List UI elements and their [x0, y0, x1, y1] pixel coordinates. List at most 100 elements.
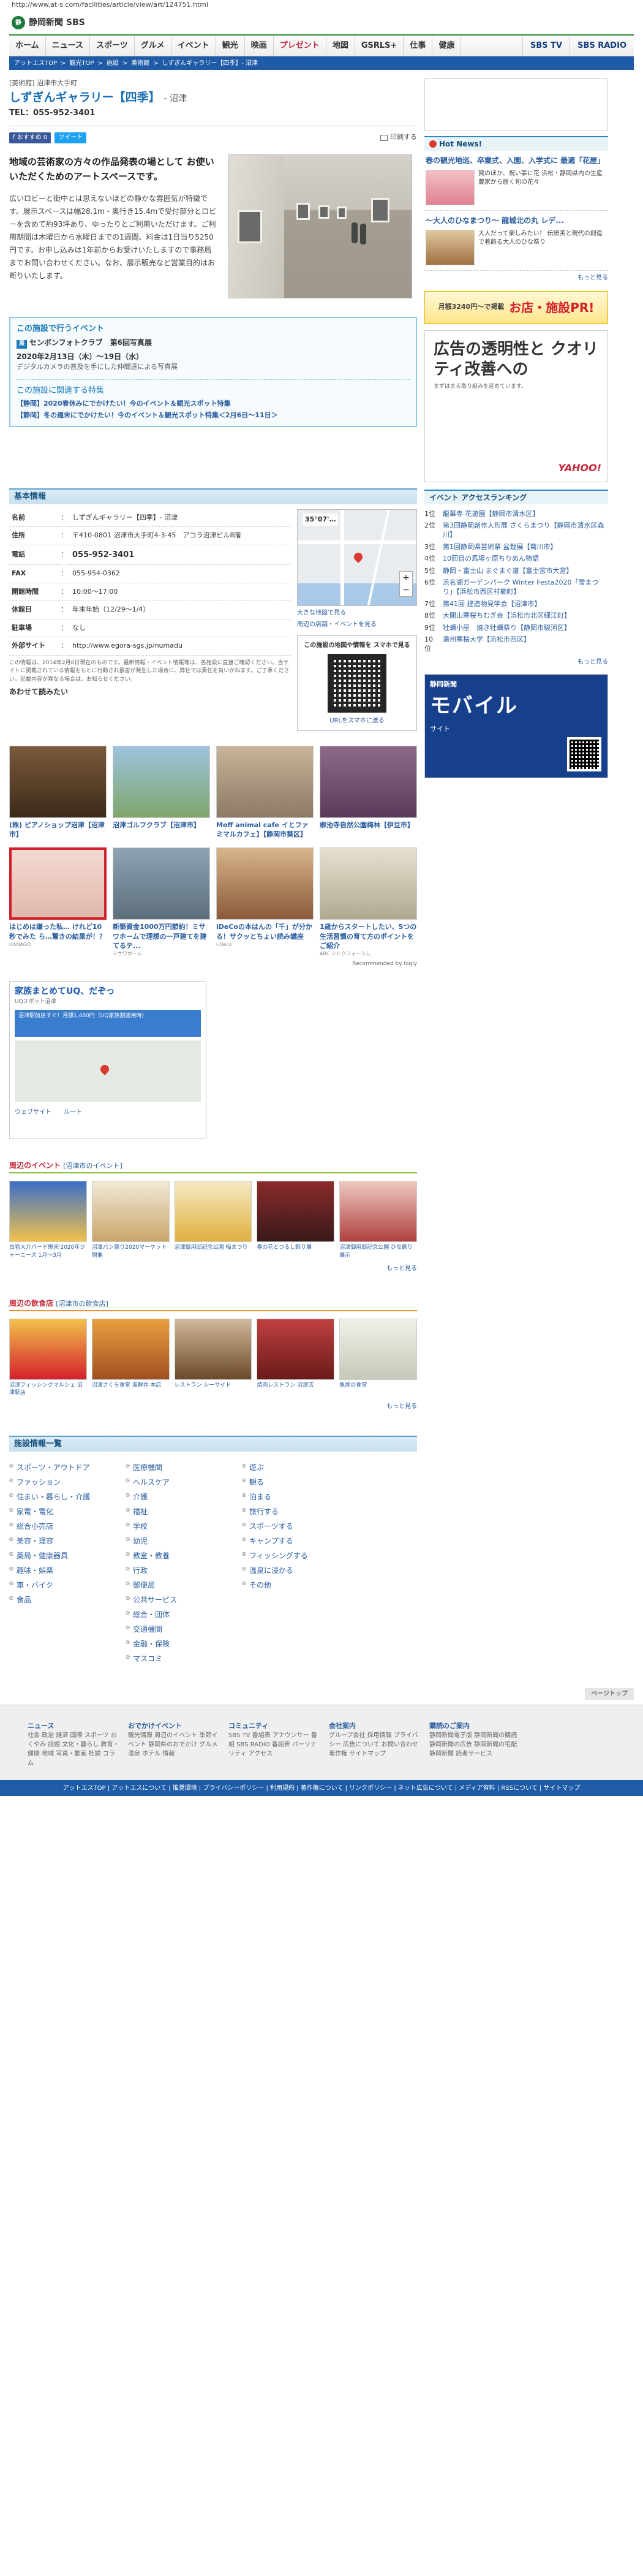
map-link-nearby[interactable]: 周辺の店舗・イベントを見る [297, 620, 417, 629]
recommended-by[interactable]: Recommended by logly [9, 960, 417, 969]
footer-column-heading[interactable]: ニュース [28, 1721, 119, 1732]
nav-brand-sbs-radio[interactable]: SBS RADIO [570, 36, 634, 56]
footer-column-heading[interactable]: コミュニティ [228, 1721, 320, 1732]
footer-column-links[interactable]: SBS TV 番組表 アナウンサー 番組 SBS RADIO 番組表 パーソナリ… [228, 1731, 320, 1759]
nav-item[interactable]: ホーム [9, 36, 46, 56]
gallery-photo[interactable] [228, 154, 412, 298]
ranking-item[interactable]: 3位 第1回静岡県芸術祭 盆栽展【菊川市】 [424, 541, 608, 553]
map-zoom-control[interactable]: + − [399, 570, 413, 597]
related-thumb[interactable]: iDeCoの本はんの「千」が分かる！サクッとちょい読み講座 i-Deco [216, 847, 314, 958]
facility-category-link[interactable]: ヘルスケア [126, 1475, 242, 1490]
gourmet-card[interactable]: 魚屋の食堂 [339, 1319, 417, 1396]
breadcrumb-item[interactable]: 美術館 [131, 59, 149, 68]
facility-category-link[interactable]: スポーツ・アウトドア [9, 1460, 126, 1475]
uq-route-button[interactable]: ルート [64, 1108, 82, 1117]
related-thumb[interactable]: 柳池寺自然公園梅林【伊豆市】 [320, 745, 417, 839]
facility-category-link[interactable]: 家電・電化 [9, 1504, 126, 1519]
footer-column-heading[interactable]: 購読のご案内 [429, 1721, 521, 1732]
ranking-item[interactable]: 10位 遠州寒桜大学【浜松市西区】 [424, 634, 608, 655]
facility-category-link[interactable]: 金融・保険 [126, 1637, 242, 1651]
facility-category-link[interactable]: 学校 [126, 1519, 242, 1534]
footer-column-heading[interactable]: 会社案内 [329, 1721, 421, 1732]
site-logo[interactable]: 静 静岡新聞 SBS [12, 16, 85, 29]
nav-item[interactable]: 映画 [245, 36, 274, 56]
nav-item[interactable]: プレゼント [274, 36, 326, 56]
events-card[interactable]: 春の花とつるし飾り展 [257, 1181, 335, 1259]
uq-ad[interactable]: 家族まとめてUQ、だぞっ UQスポット沼津 沼津駅前店すぐ！月額1,480円（U… [9, 980, 206, 1139]
hot-more-link[interactable]: もっと見る [424, 271, 608, 285]
facility-category-link[interactable]: 総合小売店 [9, 1519, 126, 1534]
nav-item[interactable]: 健康 [432, 36, 462, 56]
facility-category-link[interactable]: 泊まる [242, 1490, 358, 1504]
footer-column-links[interactable]: 静岡新聞電子版 静岡新聞の購読 静岡新聞の広告 静岡新聞の宅配 静岡新聞 読者サ… [429, 1731, 521, 1759]
nav-item[interactable]: スポーツ [90, 36, 135, 56]
facility-category-link[interactable]: 教室・教養 [126, 1548, 242, 1563]
facility-category-link[interactable]: スポーツする [242, 1519, 358, 1534]
facebook-like-button[interactable]: f おすすめ 0 [9, 132, 51, 143]
nav-item[interactable]: 地図 [326, 36, 355, 56]
facility-category-link[interactable]: 介護 [126, 1490, 242, 1504]
related-thumb[interactable]: 沼津ゴルフクラブ【沼津市】 [113, 745, 210, 839]
facility-category-link[interactable]: 食品 [9, 1593, 126, 1607]
qr-send-link[interactable]: URLをスマホに送る [303, 716, 412, 725]
related-thumb[interactable]: はじめは嫌った私… けれど10秒でみた ら…驚きの結果が！？ HANAGO [9, 847, 107, 958]
facility-category-link[interactable]: 郵便局 [126, 1578, 242, 1593]
facility-category-link[interactable]: 住まい・暮らし・介護 [9, 1490, 126, 1504]
footer-column-links[interactable]: 観光情報 周辺のイベント 季節イベント 静岡県のおでかけ グルメ 温泉 ホテル … [128, 1731, 220, 1759]
page-top-button[interactable]: ページトップ [585, 1688, 634, 1700]
ranking-item[interactable]: 6位 浜名湖ガーデンパーク Winter Festa2020「雪まつり」【浜松市西… [424, 577, 608, 598]
hot-news-item[interactable]: ～大人のひなまつり～ 龍城北の丸 レデ... 大人だって楽しみたい！ 伝統美と現代… [424, 211, 608, 271]
ranking-item[interactable]: 7位 第41回 建造物見学会【沼津市】 [424, 598, 608, 610]
facility-category-link[interactable]: キャンプする [242, 1534, 358, 1548]
footer-column-links[interactable]: グループ会社 採用情報 プライバシー 広告について お問い合わせ 著作権 サイト… [329, 1731, 421, 1759]
gourmet-card[interactable]: 沼津さくら食堂 海鮮丼 本店 [91, 1319, 170, 1396]
pr-banner[interactable]: 月額3240円〜で掲載 お店・施設PR! [424, 290, 608, 324]
facility-category-link[interactable]: 薬局・健康器具 [9, 1548, 126, 1563]
events-card[interactable]: 沼津御用邸記念公園 ひな飾り展示 [339, 1181, 417, 1259]
facility-category-link[interactable]: 幼児 [126, 1534, 242, 1548]
facility-category-link[interactable]: 交通機関 [126, 1622, 242, 1637]
category-label[interactable]: [美術館] [9, 79, 35, 87]
events-card[interactable]: 沼津御用邸記念公園 梅まつり [174, 1181, 252, 1259]
nav-item[interactable]: ニュース [46, 36, 90, 56]
facility-category-link[interactable]: 温泉に浸かる [242, 1563, 358, 1578]
footer-column-links[interactable]: 社会 政治 経済 国際 スポーツ おくやみ 話題 文化・暮らし 教育・健康 地域… [28, 1731, 119, 1768]
facility-category-link[interactable]: その他 [242, 1578, 358, 1593]
facility-category-link[interactable]: 観る [242, 1475, 358, 1490]
ranking-more-link[interactable]: もっと見る [424, 657, 608, 667]
facility-category-link[interactable]: 公共サービス [126, 1593, 242, 1607]
related-thumb[interactable]: 新築資金1000万円節約！ミサワホームで理想の一戸建てを建てるテ... ミサワホー… [113, 847, 210, 958]
nav-item[interactable]: GSRLS+ [355, 36, 404, 56]
info-value[interactable]: http://www.egora-sgs.jp/numadu [70, 637, 291, 656]
nav-item[interactable]: グルメ [135, 36, 171, 56]
facility-category-link[interactable]: 遊ぶ [242, 1460, 358, 1475]
facility-category-link[interactable]: マスコミ [126, 1651, 242, 1666]
ranking-item[interactable]: 9位 牡蠣小屋 焼き牡蠣祭り【静岡市駿河区】 [424, 622, 608, 634]
breadcrumb-item[interactable]: 観光TOP [69, 59, 94, 68]
nearby-gourmet-sub[interactable]: [沼津市の飲食店] [56, 1300, 108, 1308]
gourmet-card[interactable]: 沼津フィッシングマルシェ 沼津駅店 [9, 1319, 87, 1396]
ranking-item[interactable]: 2位 第3回静岡創作人形展 さくらまつり【静岡市清水区森川】 [424, 520, 608, 541]
nav-item[interactable]: イベント [171, 36, 216, 56]
facility-category-link[interactable]: 美容・理容 [9, 1534, 126, 1548]
facility-category-link[interactable]: 旅行する [242, 1504, 358, 1519]
breadcrumb-item[interactable]: 施設 [107, 59, 119, 68]
footer-bar[interactable]: アットエスTOP | アットエスについて | 推奨環境 | プライバシーポリシー… [0, 1780, 643, 1797]
related-thumb[interactable]: 1歳からスタートしたい、5つの生活習慣の育て方のポイントをご紹介 ABC ミルクフ… [320, 847, 417, 958]
facility-category-link[interactable]: フィッシングする [242, 1548, 358, 1563]
hot-news-item[interactable]: 春の観光地巡、卒業式、入園、入学式に 最適「花屋」 賀のほか、祝い事に花 浜松・静… [424, 151, 608, 211]
facility-category-link[interactable]: 行政 [126, 1563, 242, 1578]
breadcrumb-item[interactable]: アットエスTOP [14, 59, 57, 68]
related-feature-link[interactable]: 【静岡】2020春休みにでかけたい！今のイベント＆観光スポット特集 [17, 399, 410, 409]
facility-category-link[interactable]: ファッション [9, 1475, 126, 1490]
ranking-item[interactable]: 1位 龍華寺 花遊園【静岡市清水区】 [424, 508, 608, 520]
nearby-events-sub[interactable]: [沼津市のイベント] [63, 1162, 122, 1170]
facility-event-title[interactable]: 展センボンフォトクラブ 第6回写真展 [17, 337, 410, 349]
facility-category-link[interactable]: 医療機関 [126, 1460, 242, 1475]
gourmet-card[interactable]: 焼肉レストラン 沼津店 [257, 1319, 335, 1396]
nav-item[interactable]: 観光 [216, 36, 245, 56]
nav-item[interactable]: 仕事 [404, 36, 433, 56]
ranking-item[interactable]: 4位 10回目の馬場ヶ原ちりめん物語 [424, 553, 608, 564]
footer-column-heading[interactable]: おでかけイベント [128, 1721, 220, 1732]
gourmet-card[interactable]: レストラン シーサイド [174, 1319, 252, 1396]
